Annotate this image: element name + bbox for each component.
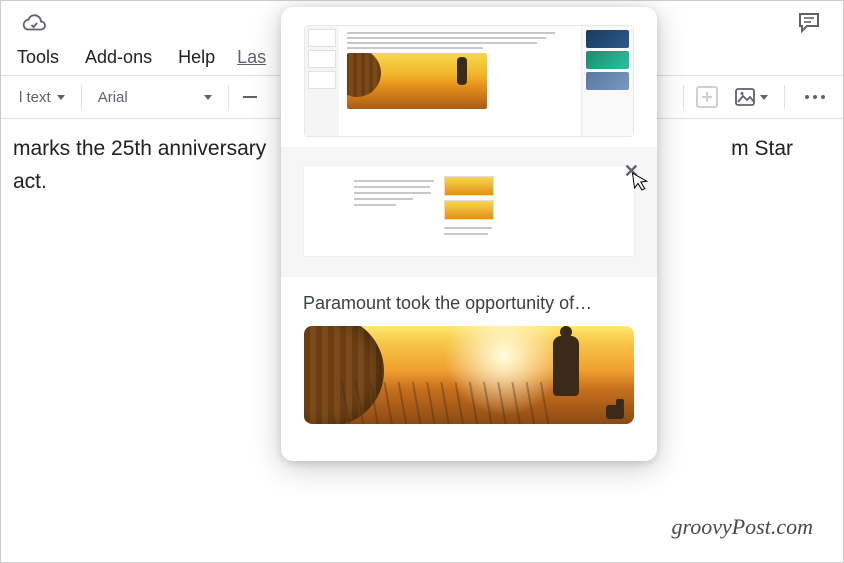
preview-doc-thumbnail[interactable] (304, 25, 634, 137)
doc-text-fragment: act. (13, 170, 47, 193)
font-size-decrease[interactable] (237, 92, 263, 102)
toolbar-separator (784, 85, 785, 109)
link-preview-card: ✕ Paramount took the opportunity of… (281, 7, 657, 461)
insert-button[interactable] (696, 86, 718, 108)
doc-text-fragment: marks the 25th anniversary (13, 133, 266, 166)
watermark: groovyPost.com (671, 514, 813, 540)
chevron-down-icon (204, 95, 212, 100)
font-dropdown[interactable]: Arial (90, 85, 220, 110)
toolbar-separator (228, 85, 229, 109)
minus-icon (243, 96, 257, 98)
insert-image-dropdown[interactable] (730, 84, 772, 110)
toolbar-separator (81, 85, 82, 109)
preview-title: Paramount took the opportunity of… (281, 277, 657, 326)
chevron-down-icon (57, 95, 65, 100)
preview-hero-image[interactable] (304, 326, 634, 424)
cloud-saved-icon (21, 13, 47, 33)
paragraph-style-label: l text (19, 89, 51, 106)
image-icon (734, 86, 756, 108)
font-label: Arial (98, 89, 128, 106)
menu-tools[interactable]: Tools (13, 45, 63, 70)
last-edit-link[interactable]: Las (237, 47, 266, 68)
menu-addons[interactable]: Add-ons (81, 45, 156, 70)
more-button[interactable] (797, 95, 833, 99)
comment-history-icon[interactable] (797, 11, 823, 35)
chevron-down-icon (760, 95, 768, 100)
preview-history-row[interactable]: ✕ (281, 147, 657, 277)
toolbar-separator (683, 85, 684, 109)
doc-text-fragment: m Star (731, 133, 833, 166)
cursor-icon (631, 170, 650, 197)
menu-help[interactable]: Help (174, 45, 219, 70)
paragraph-style-dropdown[interactable]: l text (11, 85, 73, 110)
